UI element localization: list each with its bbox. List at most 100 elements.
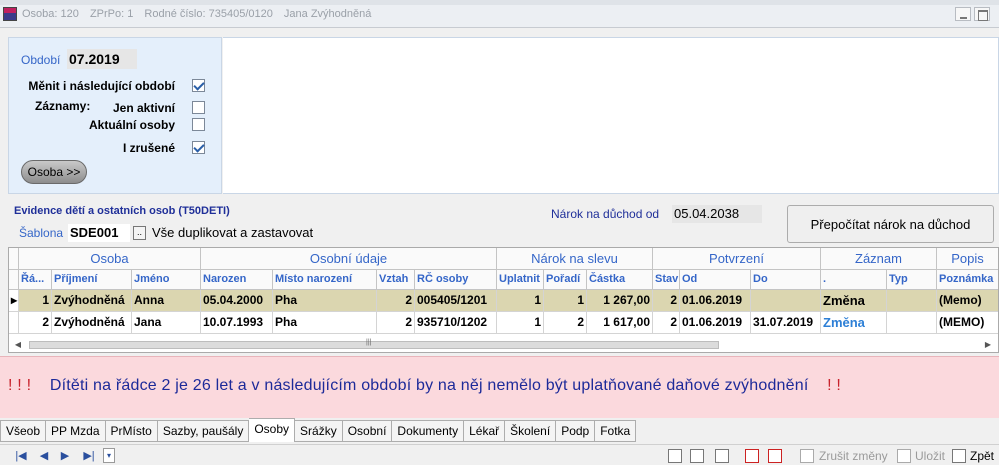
tab-prmisto[interactable]: PrMísto (105, 420, 158, 442)
cell-castka[interactable]: 1 617,00 (587, 312, 653, 334)
tab-dokumenty[interactable]: Dokumenty (392, 420, 465, 442)
delete-icon[interactable] (745, 449, 759, 463)
list-icon[interactable] (715, 449, 729, 463)
tab-fotka[interactable]: Fotka (595, 420, 637, 442)
maximize-button[interactable] (974, 7, 990, 21)
col-header-poradi[interactable]: Pořadí (544, 270, 587, 290)
col-header-rc[interactable]: RČ osoby (415, 270, 497, 290)
nav-last-icon[interactable]: ▶| (82, 449, 96, 462)
horizontal-scrollbar[interactable]: ◀ ||| ▶ (11, 339, 996, 351)
tab-pp-mzda[interactable]: PP Mzda (46, 420, 106, 442)
new-record-icon[interactable] (668, 449, 682, 463)
col-header-castka[interactable]: Částka (587, 270, 653, 290)
tab-podp[interactable]: Podp (556, 420, 596, 442)
evidence-title: Evidence dětí a ostatních osob (T50DETI) (14, 205, 230, 217)
cell-vztah[interactable]: 2 (377, 312, 415, 334)
col-header-typ[interactable]: Typ (887, 270, 937, 290)
cell-uplatnit[interactable]: 1 (497, 312, 544, 334)
cell-misto[interactable]: Pha (273, 290, 377, 312)
cell-stav[interactable]: 2 (653, 290, 680, 312)
tab-osobni[interactable]: Osobní (342, 420, 393, 442)
cancel-changes-button[interactable]: Zrušit změny (819, 449, 888, 463)
col-header-poznamka[interactable]: Poznámka (937, 270, 998, 290)
col-header-stav[interactable]: Stav (653, 270, 680, 290)
cell-radek[interactable]: 1 (19, 290, 52, 312)
row-indicator: ▸ (9, 290, 19, 312)
cell-jmeno[interactable]: Anna (132, 290, 201, 312)
cell-rc[interactable]: 005405/1201 (415, 290, 497, 312)
cell-rc[interactable]: 935710/1202 (415, 312, 497, 334)
title-bar: Osoba: 120 ZPrPo: 1 Rodné číslo: 735405/… (0, 0, 999, 28)
back-icon (952, 449, 966, 463)
cell-od[interactable]: 01.06.2019 (680, 312, 751, 334)
cell-castka[interactable]: 1 267,00 (587, 290, 653, 312)
cell-prijmeni[interactable]: Zvýhodněná (52, 290, 132, 312)
col-header-misto[interactable]: Místo narození (273, 270, 377, 290)
copy-record-icon[interactable] (690, 449, 704, 463)
obdobi-field[interactable]: 07.2019 (67, 49, 137, 69)
aktualni-osoby-checkbox[interactable] (192, 118, 205, 131)
col-header-od[interactable]: Od (680, 270, 751, 290)
cell-zaznam[interactable]: Změna (821, 290, 887, 312)
refresh-icon[interactable] (768, 449, 782, 463)
back-button[interactable]: Zpět (970, 449, 994, 463)
scroll-right-icon[interactable]: ▶ (983, 339, 993, 351)
cell-misto[interactable]: Pha (273, 312, 377, 334)
cell-zaznam[interactable]: Změna (821, 312, 887, 334)
cell-typ[interactable] (887, 290, 937, 312)
scroll-thumb[interactable]: ||| (29, 339, 719, 349)
cell-stav[interactable]: 2 (653, 312, 680, 334)
cell-typ[interactable] (887, 312, 937, 334)
cell-prijmeni[interactable]: Zvýhodněná (52, 312, 132, 334)
cell-uplatnit[interactable]: 1 (497, 290, 544, 312)
tab-srazky[interactable]: Srážky (295, 420, 343, 442)
nav-dropdown[interactable]: ▾ (103, 448, 115, 463)
warning-suffix: ! ! (827, 377, 842, 394)
tab-sazby[interactable]: Sazby, paušály (157, 420, 250, 442)
cell-poznamka[interactable]: (Memo) (937, 290, 998, 312)
menit-checkbox[interactable] (192, 79, 205, 92)
col-header-prijmeni[interactable]: Příjmení (52, 270, 132, 290)
prepocitat-button[interactable]: Přepočítat nárok na důchod (787, 205, 994, 243)
col-header-radek[interactable]: Řá... (19, 270, 52, 290)
nav-next-icon[interactable]: ▶ (58, 449, 72, 462)
jen-aktivni-checkbox[interactable] (192, 101, 205, 114)
cell-narozen[interactable]: 05.04.2000 (201, 290, 273, 312)
title-strip (0, 0, 999, 5)
minimize-button[interactable] (955, 7, 971, 21)
cell-do[interactable]: 31.07.2019 (751, 312, 821, 334)
col-header-do[interactable]: Do (751, 270, 821, 290)
col-header-uplatnit[interactable]: Uplatnit (497, 270, 544, 290)
cell-do[interactable] (751, 290, 821, 312)
sablona-lookup-button[interactable]: .. (133, 226, 146, 240)
tab-vseob[interactable]: Všeob (0, 420, 47, 442)
cell-radek[interactable]: 2 (19, 312, 52, 334)
cell-poznamka[interactable]: (MEMO) (937, 312, 998, 334)
save-button[interactable]: Uložit (915, 449, 945, 463)
cell-poradi[interactable]: 2 (544, 312, 587, 334)
col-header-narozen[interactable]: Narozen (201, 270, 273, 290)
table-row[interactable]: ▸ 1 Zvýhodněná Anna 05.04.2000 Pha 2 005… (9, 290, 998, 312)
i-zrusene-checkbox[interactable] (192, 141, 205, 154)
sablona-description: Vše duplikovat a zastavovat (152, 225, 314, 240)
cell-narozen[interactable]: 10.07.1993 (201, 312, 273, 334)
warning-panel: ! ! ! Dítěti na řádce 2 je 26 let a v ná… (0, 356, 999, 418)
nav-first-icon[interactable]: |◀ (14, 449, 28, 462)
nav-prev-icon[interactable]: ◀ (37, 449, 51, 462)
cell-jmeno[interactable]: Jana (132, 312, 201, 334)
osoba-button[interactable]: Osoba >> (21, 160, 87, 184)
col-header-vztah[interactable]: Vztah (377, 270, 415, 290)
cell-vztah[interactable]: 2 (377, 290, 415, 312)
tab-skoleni[interactable]: Školení (505, 420, 557, 442)
col-header-zaznam[interactable]: . (821, 270, 887, 290)
tab-lekar[interactable]: Lékař (464, 420, 506, 442)
table-row[interactable]: 2 Zvýhodněná Jana 10.07.1993 Pha 2 93571… (9, 312, 998, 334)
tab-osoby[interactable]: Osoby (249, 418, 296, 442)
scroll-left-icon[interactable]: ◀ (13, 339, 23, 351)
cell-od[interactable]: 01.06.2019 (680, 290, 751, 312)
zaznamy-label: Záznamy: (35, 99, 91, 113)
cell-poradi[interactable]: 1 (544, 290, 587, 312)
sablona-field[interactable]: SDE001 (68, 224, 130, 242)
memo-area[interactable] (223, 37, 999, 194)
col-header-jmeno[interactable]: Jméno (132, 270, 201, 290)
